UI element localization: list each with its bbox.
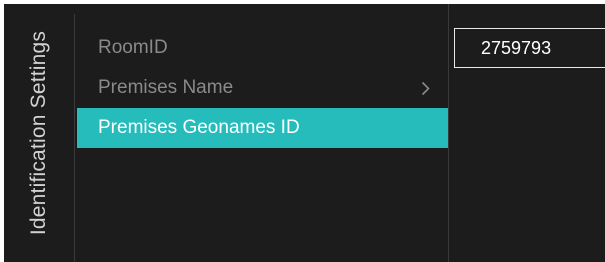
sidebar: Identification Settings	[4, 4, 74, 262]
geonames-id-value-field[interactable]: 2759793	[454, 28, 605, 68]
sidebar-divider	[74, 14, 75, 262]
geonames-id-value: 2759793	[481, 38, 552, 58]
settings-panel: Identification Settings RoomID Premises …	[4, 4, 605, 262]
screen: Identification Settings RoomID Premises …	[0, 0, 605, 262]
menu-item-label: Premises Name	[98, 77, 234, 98]
menu-item-premises-name[interactable]: Premises Name	[77, 68, 448, 108]
settings-menu: RoomID Premises Name Premises Geonames I…	[77, 28, 448, 148]
menu-item-premises-geonames-id[interactable]: Premises Geonames ID	[77, 108, 448, 148]
menu-item-label: Premises Geonames ID	[98, 117, 300, 138]
chevron-right-icon	[421, 68, 430, 108]
sidebar-title: Identification Settings	[27, 30, 50, 236]
menu-item-roomid[interactable]: RoomID	[77, 28, 448, 68]
menu-divider	[448, 4, 449, 262]
menu-item-label: RoomID	[98, 37, 168, 58]
